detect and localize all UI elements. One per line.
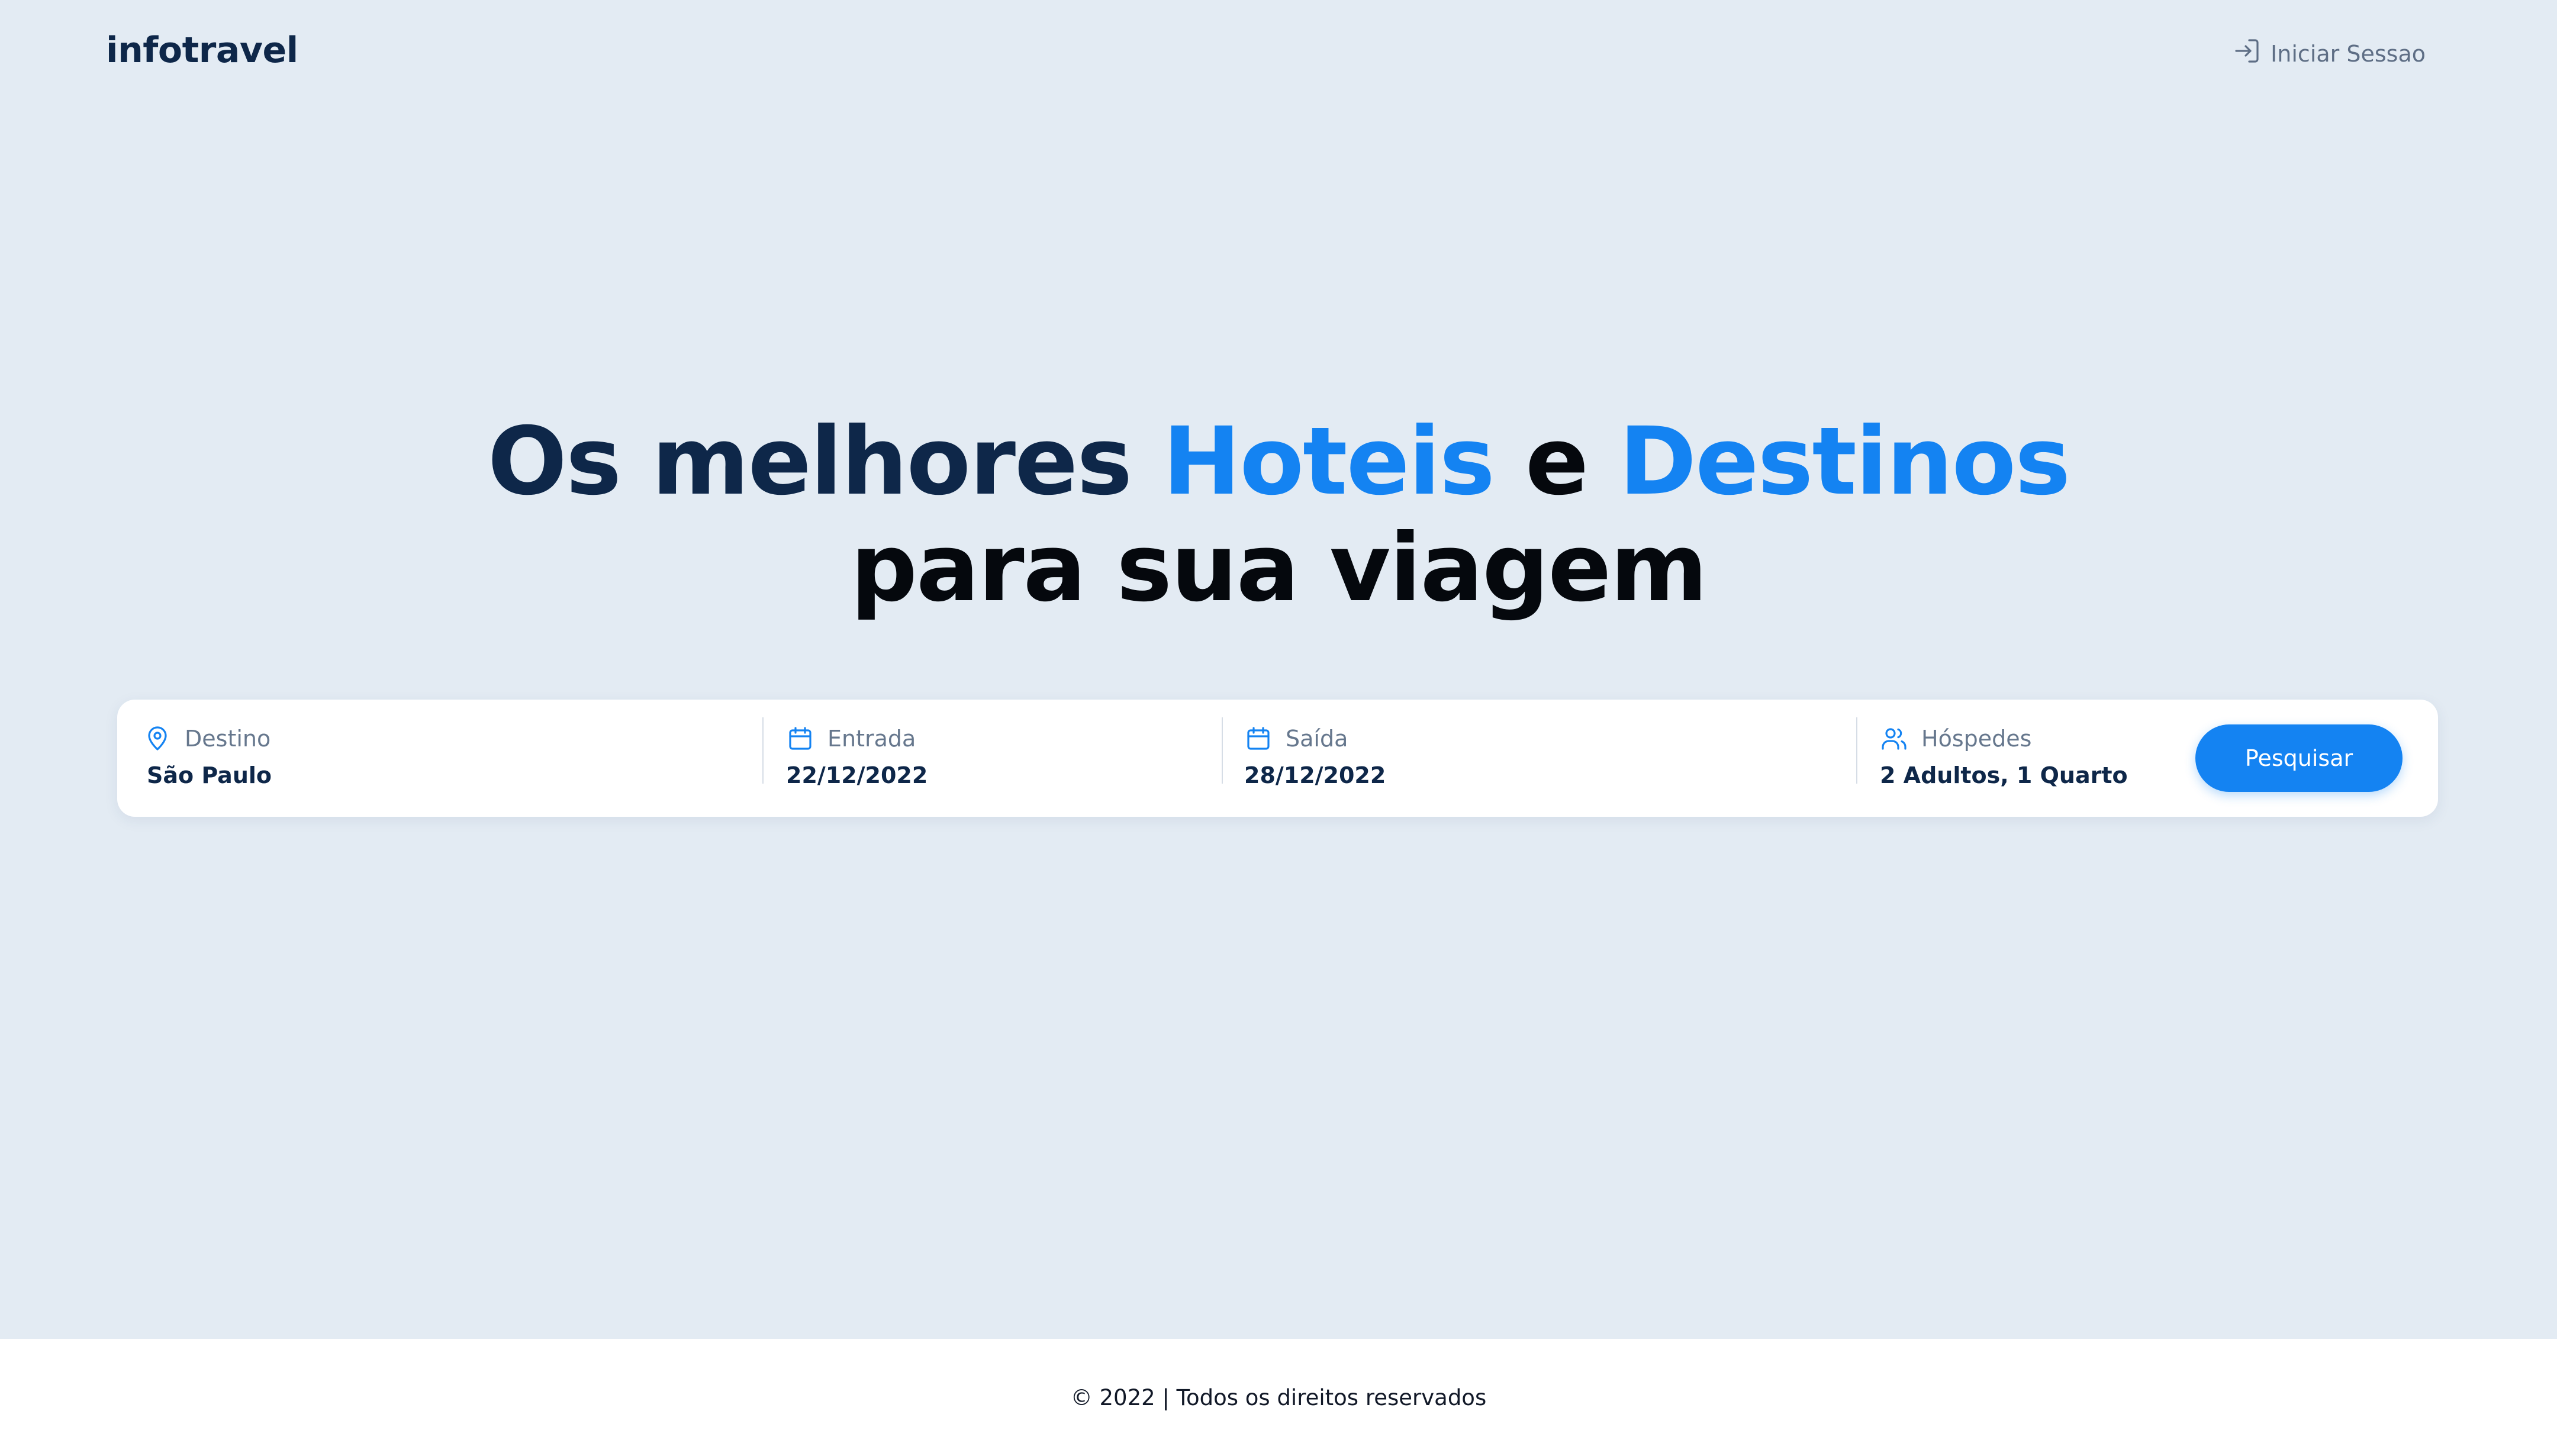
logo[interactable]: infotravel bbox=[106, 30, 298, 71]
footer: © 2022 | Todos os direitos reservados bbox=[0, 1339, 2557, 1456]
checkout-field[interactable]: Saída 28/12/2022 bbox=[1244, 700, 1836, 817]
hero-title-part-1: Os melhores bbox=[487, 407, 1163, 516]
hero-highlight-hotels: Hoteis bbox=[1162, 407, 1495, 516]
guests-field[interactable]: Hóspedes 2 Adultos, 1 Quarto bbox=[1880, 700, 2188, 817]
hero-connector: e bbox=[1493, 407, 1619, 516]
hero-title-line-1: Os melhores Hoteis e Destinos bbox=[0, 408, 2557, 515]
hero: Os melhores Hoteis e Destinos para sua v… bbox=[0, 408, 2557, 621]
calendar-icon bbox=[1244, 724, 1273, 753]
field-divider bbox=[1222, 717, 1223, 784]
hero-title-line-2: para sua viagem bbox=[850, 514, 1708, 623]
search-button[interactable]: Pesquisar bbox=[2195, 724, 2403, 792]
checkin-field[interactable]: Entrada 22/12/2022 bbox=[786, 700, 1200, 817]
guests-label: Hóspedes bbox=[1921, 726, 2032, 752]
checkin-label: Entrada bbox=[827, 726, 916, 752]
copyright-text: © 2022 | Todos os direitos reservados bbox=[1070, 1384, 1487, 1410]
hero-highlight-destinations: Destinos bbox=[1619, 407, 2070, 516]
guests-value: 2 Adultos, 1 Quarto bbox=[1880, 762, 2128, 788]
users-icon bbox=[1880, 724, 1908, 753]
checkout-value: 28/12/2022 bbox=[1244, 762, 1386, 788]
field-divider bbox=[1856, 717, 1857, 784]
calendar-icon bbox=[786, 724, 814, 753]
signin-link[interactable]: Iniciar Sessao bbox=[2233, 37, 2426, 70]
destination-field[interactable]: Destino São Paulo bbox=[143, 700, 735, 817]
top-header: infotravel Iniciar Sessao bbox=[0, 0, 2557, 107]
checkin-value: 22/12/2022 bbox=[786, 762, 928, 788]
login-icon bbox=[2233, 37, 2261, 70]
destination-label: Destino bbox=[185, 726, 271, 752]
checkout-label: Saída bbox=[1286, 726, 1348, 752]
search-bar: Destino São Paulo Entrada 22/12/2022 Saí… bbox=[117, 700, 2438, 817]
signin-label: Iniciar Sessao bbox=[2271, 40, 2426, 67]
map-pin-icon bbox=[143, 724, 172, 753]
destination-value: São Paulo bbox=[147, 762, 272, 788]
field-divider bbox=[762, 717, 764, 784]
page: infotravel Iniciar Sessao Os melhores Ho… bbox=[0, 0, 2557, 1456]
